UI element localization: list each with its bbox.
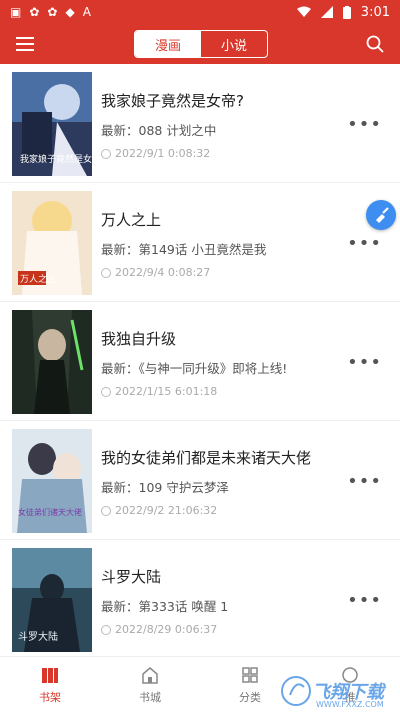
nav-bookstore[interactable]: 书城 <box>110 665 190 705</box>
comic-title[interactable]: 斗罗大陆 <box>101 566 161 587</box>
latest-chapter: 最新：第333话 唤醒 1 <box>101 599 229 614</box>
latest-chapter: 最新：109 守护云梦泽 <box>101 480 229 495</box>
broom-icon <box>376 207 389 223</box>
cover-title-art: 女徒弟们诸天大佬 <box>18 507 82 517</box>
update-time-text: 2022/8/29 0:06:37 <box>115 623 218 636</box>
update-time-text: 2022/1/15 6:01:18 <box>115 385 218 398</box>
latest-chapter: 最新：088 计划之中 <box>101 123 217 138</box>
update-time: 2022/1/15 6:01:18 <box>101 385 217 398</box>
update-time-text: 2022/9/4 0:08:27 <box>115 266 211 279</box>
clock-icon <box>101 267 111 278</box>
tab-novel[interactable]: 小说 <box>201 31 267 57</box>
status-left-icons: ▣ ✿ ✿ ◆ A <box>10 6 91 18</box>
nav-label: 书城 <box>139 691 161 704</box>
list-item[interactable]: 女徒弟们诸天大佬 我的女徒弟们都是未来诸天大佬 最新：109 守护云梦泽 202… <box>0 421 400 540</box>
clock-icon <box>101 624 111 635</box>
comic-list: 我家娘子竟然是女帝 我家娘子竟然是女帝? 最新：088 计划之中 2022/9/… <box>0 64 400 659</box>
list-item[interactable]: 斗罗大陆 斗罗大陆 最新：第333话 唤醒 1 2022/8/29 0:06:3… <box>0 540 400 659</box>
clock-icon <box>101 505 111 516</box>
latest-chapter: 最新：第149话 小丑竟然是我 <box>101 242 267 257</box>
latest-chapter: 最新：《与神一同升级》即将上线! <box>101 361 288 376</box>
cover-title-art: 斗罗大陆 <box>18 630 58 643</box>
clock-icon <box>101 148 111 159</box>
menu-icon[interactable] <box>16 35 36 53</box>
more-button[interactable]: ••• <box>347 471 382 492</box>
update-time: 2022/8/29 0:06:37 <box>101 623 217 636</box>
more-button[interactable]: ••• <box>347 590 382 611</box>
list-item[interactable]: 我独自升级 最新：《与神一同升级》即将上线! 2022/1/15 6:01:18… <box>0 302 400 421</box>
more-button[interactable]: ••• <box>347 233 382 254</box>
cover-image[interactable]: 我家娘子竟然是女帝 <box>12 72 92 176</box>
nav-label: 书架 <box>39 691 61 704</box>
update-time: 2022/9/1 0:08:32 <box>101 147 210 160</box>
cover-image[interactable]: 斗罗大陆 <box>12 548 92 652</box>
wifi-icon <box>296 6 311 17</box>
notification-icon: ✿ <box>29 5 40 19</box>
search-icon[interactable] <box>366 35 384 53</box>
comic-title[interactable]: 万人之上 <box>101 209 161 230</box>
comic-title[interactable]: 我的女徒弟们都是未来诸天大佬 <box>101 447 311 468</box>
battery-icon <box>342 5 351 19</box>
nav-category[interactable]: 分类 <box>210 665 290 705</box>
bookshelf-icon <box>42 668 58 683</box>
cover-title-art: 我家娘子竟然是女帝 <box>20 153 92 165</box>
status-right: 3:01 <box>296 4 390 20</box>
category-tabs: 漫画 小说 <box>134 30 268 58</box>
more-button[interactable]: ••• <box>347 352 382 373</box>
comic-title[interactable]: 我独自升级 <box>101 328 176 349</box>
watermark-logo-icon <box>281 676 311 706</box>
notification-icon: ◆ <box>65 5 75 19</box>
notification-icon: ✿ <box>47 5 58 19</box>
cover-image[interactable] <box>12 310 92 414</box>
cover-image[interactable]: 女徒弟们诸天大佬 <box>12 429 92 533</box>
home-icon <box>142 667 158 684</box>
app-bar: 漫画 小说 <box>0 24 400 64</box>
signal-icon <box>320 6 333 18</box>
status-time: 3:01 <box>360 4 390 20</box>
cover-title-art: 万人之上 <box>20 273 56 285</box>
nav-bookshelf[interactable]: 书架 <box>10 665 90 705</box>
watermark: 飞翔下载 WWW.FXXZ.COM <box>280 670 400 712</box>
update-time-text: 2022/9/2 21:06:32 <box>115 504 218 517</box>
comic-title[interactable]: 我家娘子竟然是女帝? <box>101 90 244 111</box>
status-bar: ▣ ✿ ✿ ◆ A 3:01 <box>0 0 400 24</box>
notification-icon: A <box>82 5 91 19</box>
notification-icon: ▣ <box>10 5 22 19</box>
list-item[interactable]: 万人之上 万人之上 最新：第149话 小丑竟然是我 2022/9/4 0:08:… <box>0 183 400 302</box>
update-time-text: 2022/9/1 0:08:32 <box>115 147 211 160</box>
tab-manga[interactable]: 漫画 <box>135 31 201 57</box>
watermark-sub: WWW.FXXZ.COM <box>316 700 384 709</box>
nav-label: 分类 <box>239 691 261 704</box>
floating-clean-button[interactable] <box>366 200 396 230</box>
update-time: 2022/9/4 0:08:27 <box>101 266 210 279</box>
update-time: 2022/9/2 21:06:32 <box>101 504 217 517</box>
grid-icon <box>242 667 258 683</box>
more-button[interactable]: ••• <box>347 114 382 135</box>
clock-icon <box>101 386 111 397</box>
cover-image[interactable]: 万人之上 <box>12 191 92 295</box>
list-item[interactable]: 我家娘子竟然是女帝 我家娘子竟然是女帝? 最新：088 计划之中 2022/9/… <box>0 64 400 183</box>
